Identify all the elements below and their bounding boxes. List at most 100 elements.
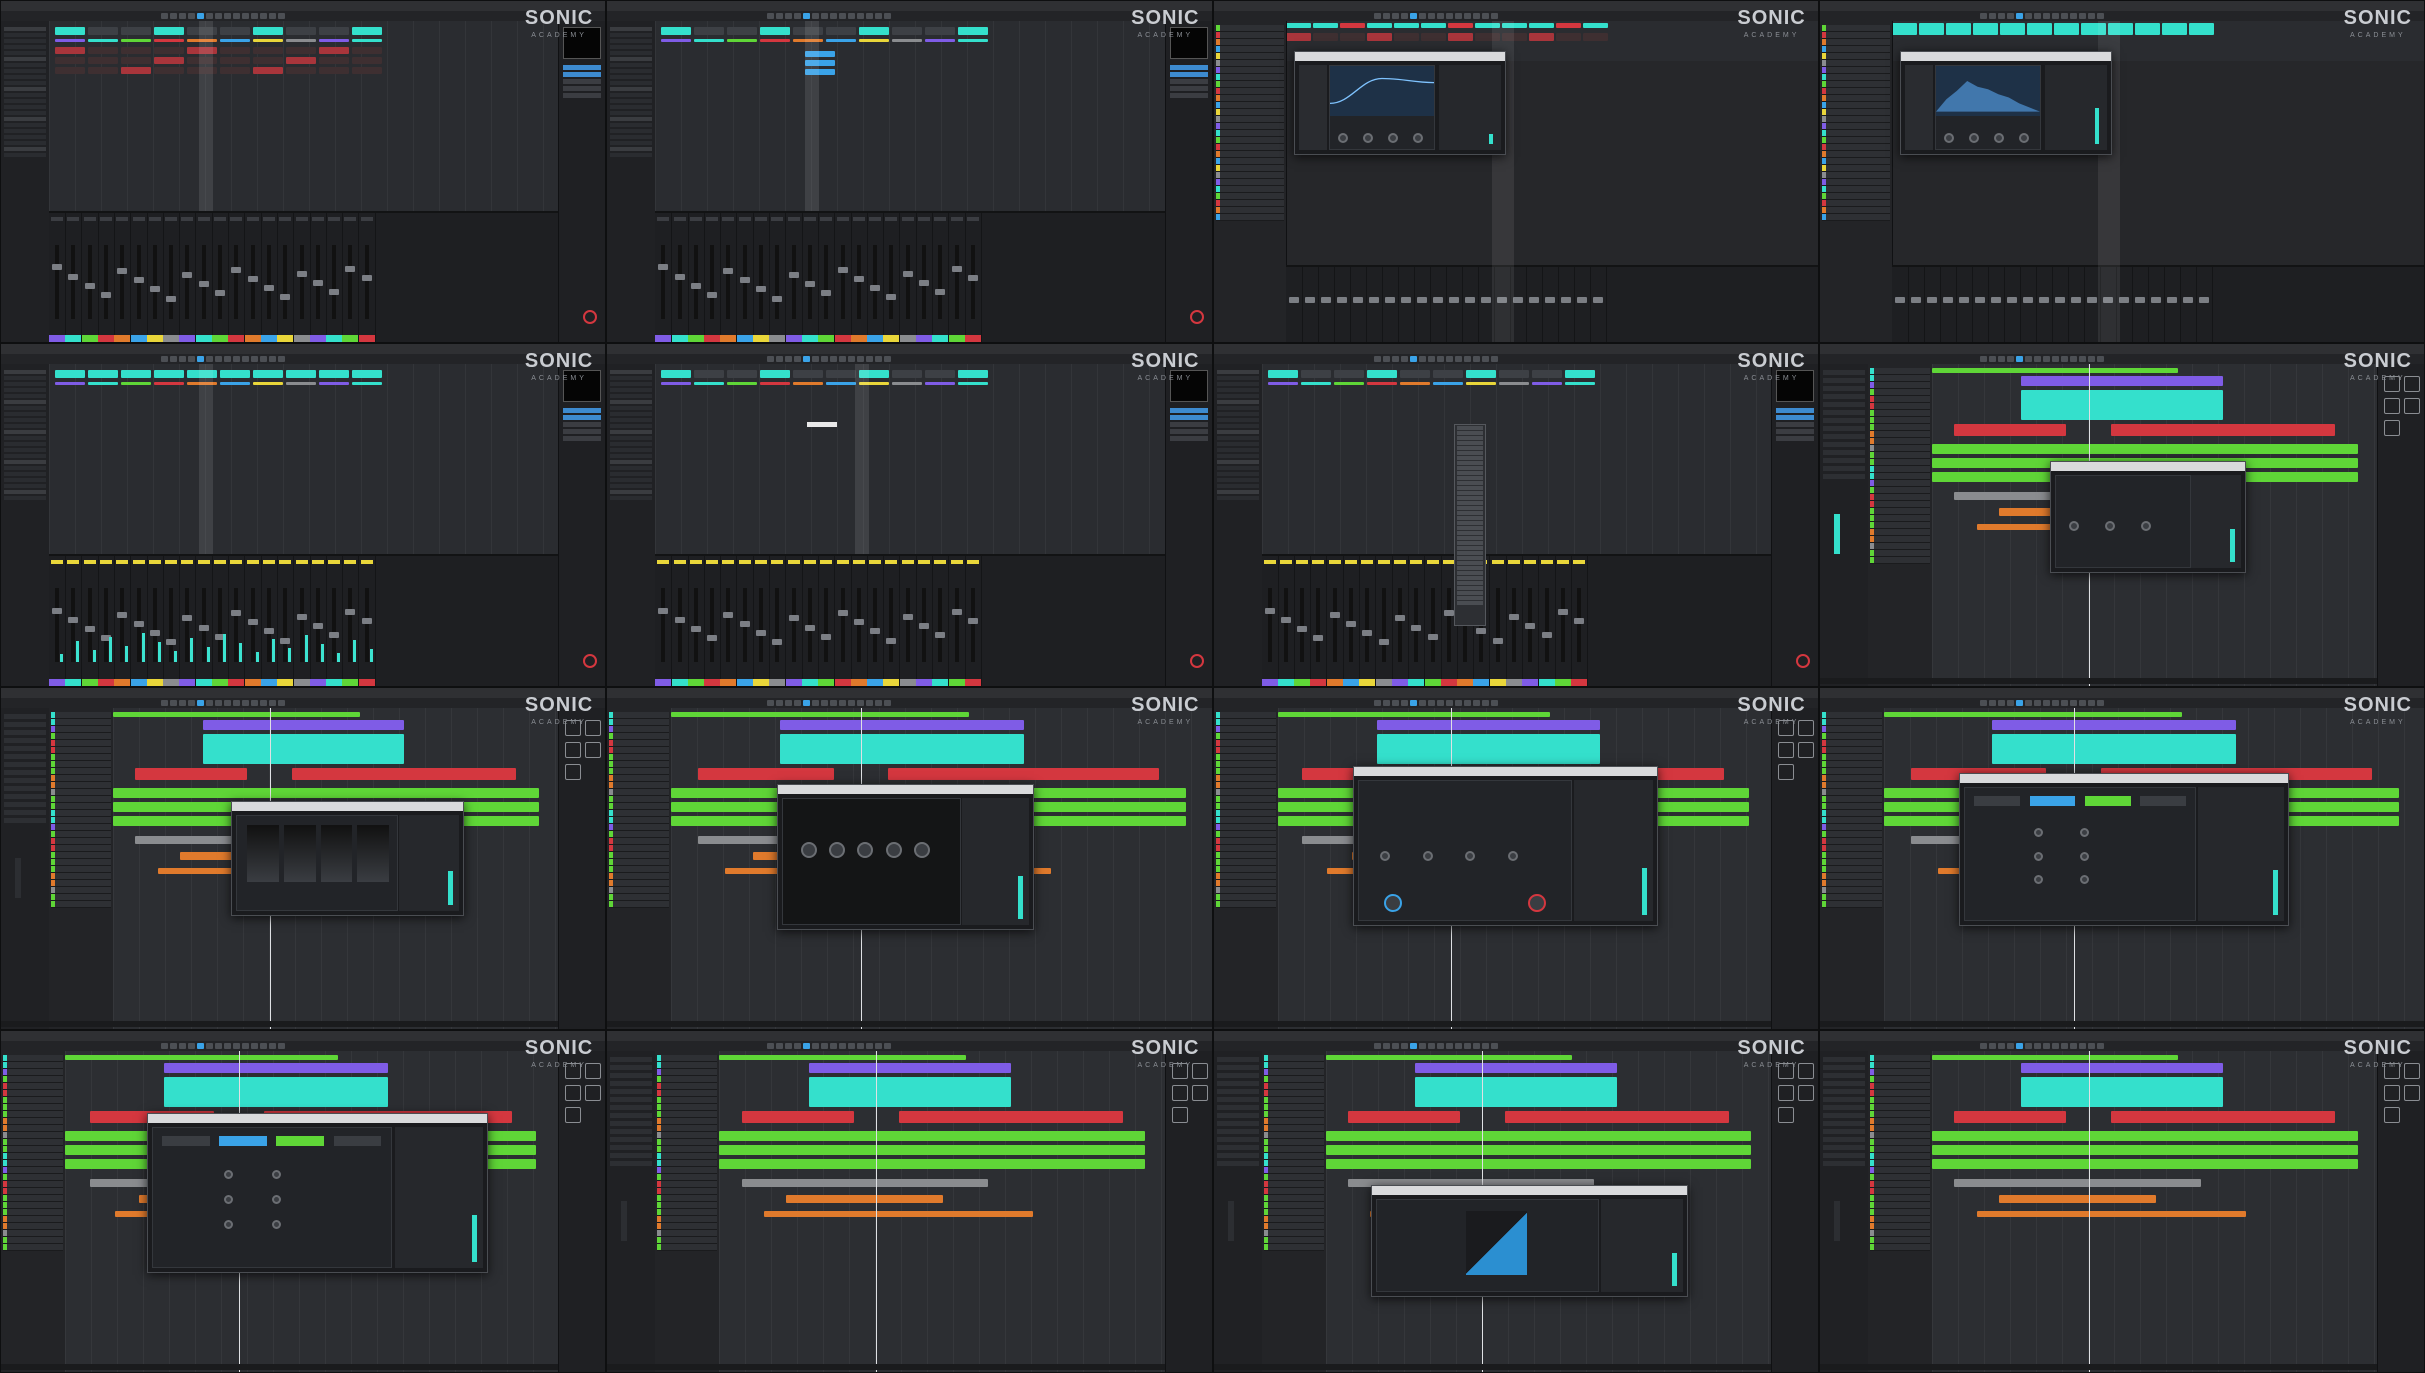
- star-icon[interactable]: [1777, 763, 1794, 780]
- inspector-row[interactable]: [610, 1088, 653, 1094]
- toolbar-button[interactable]: [233, 1042, 240, 1049]
- mixer-channel[interactable]: [867, 555, 885, 686]
- inspector-row[interactable]: [4, 141, 46, 145]
- channel-fader[interactable]: [772, 295, 783, 302]
- track-header[interactable]: [51, 879, 111, 887]
- mixer-channel[interactable]: [49, 555, 66, 686]
- toolbar-button[interactable]: [884, 13, 892, 19]
- channel-fader[interactable]: [723, 268, 734, 275]
- track-header[interactable]: [3, 1145, 63, 1153]
- toolbar-button[interactable]: [1382, 699, 1390, 706]
- toolbar-button[interactable]: [1391, 13, 1399, 19]
- audio-event[interactable]: [925, 27, 956, 35]
- zone-button[interactable]: [1775, 408, 1814, 414]
- track-header[interactable]: [1215, 865, 1276, 873]
- toolbar-button[interactable]: [2051, 13, 2059, 19]
- track-header[interactable]: [609, 879, 670, 887]
- track-header[interactable]: [1869, 1152, 1930, 1160]
- track-header[interactable]: [51, 816, 111, 824]
- toolbar-button[interactable]: [2033, 1042, 2041, 1049]
- inspector-row[interactable]: [4, 376, 46, 381]
- track-header[interactable]: [1215, 193, 1284, 200]
- audio-event[interactable]: [1999, 23, 2025, 35]
- channel-insert-slot[interactable]: [99, 216, 112, 221]
- audio-event[interactable]: [859, 27, 890, 35]
- inspector-row[interactable]: [4, 57, 46, 61]
- track-header[interactable]: [1263, 1096, 1324, 1104]
- toolbar-button[interactable]: [1427, 356, 1435, 363]
- channel-fader[interactable]: [707, 291, 718, 298]
- eq-band-knob[interactable]: [1969, 133, 1980, 143]
- inspector-row[interactable]: [4, 777, 46, 783]
- channel-settings-window[interactable]: [2050, 460, 2247, 573]
- channel-insert-slot[interactable]: [51, 216, 63, 221]
- record-icon[interactable]: [1189, 653, 1204, 668]
- channel-insert-slot[interactable]: [1556, 559, 1569, 564]
- plugin-knob[interactable]: [800, 842, 817, 859]
- toolbar-button[interactable]: [1436, 1042, 1444, 1049]
- track-header[interactable]: [1869, 473, 1930, 481]
- channel-fader[interactable]: [821, 290, 832, 297]
- mixer-channel[interactable]: [1988, 267, 2005, 343]
- inspector-row[interactable]: [1216, 1096, 1259, 1102]
- mixer-channel[interactable]: [671, 212, 689, 343]
- channel-insert-slot[interactable]: [950, 216, 963, 221]
- track-header[interactable]: [1215, 137, 1284, 144]
- channel-fader[interactable]: [870, 285, 881, 292]
- inspector-row[interactable]: [4, 129, 46, 133]
- channel-insert-slot[interactable]: [869, 559, 882, 564]
- inspector-row[interactable]: [4, 745, 46, 751]
- menu-item[interactable]: [1456, 511, 1483, 516]
- toolbar-button[interactable]: [179, 699, 186, 706]
- mixer-channel[interactable]: [899, 212, 917, 343]
- track-header[interactable]: [1869, 1187, 1930, 1195]
- toolbar-button[interactable]: [2078, 1042, 2086, 1049]
- mixer-channel[interactable]: [964, 212, 982, 343]
- track-header[interactable]: [1263, 1236, 1324, 1244]
- track-header[interactable]: [1869, 543, 1930, 551]
- track-header[interactable]: [1869, 1124, 1930, 1132]
- audio-event[interactable]: [319, 370, 349, 379]
- channel-insert-slot[interactable]: [344, 216, 357, 221]
- toolbar-button[interactable]: [1373, 1042, 1381, 1049]
- toolbar-button[interactable]: [1463, 1042, 1471, 1049]
- inspector-row[interactable]: [1822, 1136, 1865, 1142]
- audio-event[interactable]: [719, 1158, 1146, 1169]
- plugin-panel[interactable]: [2055, 474, 2191, 568]
- track-header[interactable]: [1869, 1131, 1930, 1139]
- toolbar-button[interactable]: [1979, 1042, 1987, 1049]
- channel-insert-slot[interactable]: [950, 559, 963, 564]
- track-header[interactable]: [1215, 760, 1276, 768]
- channel-fader[interactable]: [1926, 297, 1937, 304]
- toolbar-button[interactable]: [206, 699, 213, 706]
- mixer-channel[interactable]: [244, 212, 262, 343]
- track-header[interactable]: [1869, 1054, 1930, 1062]
- audio-event[interactable]: [220, 27, 250, 35]
- audio-event[interactable]: [1954, 424, 2067, 437]
- channel-fader[interactable]: [263, 285, 274, 292]
- mixer-channel[interactable]: [1956, 267, 1973, 343]
- inspector-row[interactable]: [4, 117, 46, 121]
- toolbar-button[interactable]: [821, 699, 829, 706]
- audio-event[interactable]: [661, 370, 692, 379]
- inspector-row[interactable]: [1216, 1120, 1259, 1126]
- toolbar-button[interactable]: [839, 699, 847, 706]
- track-header[interactable]: [657, 1054, 718, 1062]
- audio-event[interactable]: [121, 57, 151, 64]
- audio-event[interactable]: [898, 1110, 1123, 1123]
- track-header[interactable]: [3, 1068, 63, 1076]
- track-header[interactable]: [1821, 823, 1882, 831]
- strip-module[interactable]: [1974, 796, 2021, 807]
- audio-event[interactable]: [1931, 1054, 2179, 1060]
- channel-insert-slot[interactable]: [311, 559, 324, 564]
- inspector-row[interactable]: [1216, 1112, 1259, 1118]
- inspector-row[interactable]: [610, 27, 653, 31]
- mixer-channel[interactable]: [309, 212, 327, 343]
- plugin-knob[interactable]: [885, 842, 902, 859]
- toolbar-button[interactable]: [1436, 699, 1444, 706]
- inspector-row[interactable]: [1216, 1064, 1259, 1070]
- channel-insert-slot[interactable]: [706, 559, 719, 564]
- mixer-channel[interactable]: [769, 212, 787, 343]
- inspector-row[interactable]: [4, 817, 46, 823]
- inspector-row[interactable]: [610, 460, 653, 465]
